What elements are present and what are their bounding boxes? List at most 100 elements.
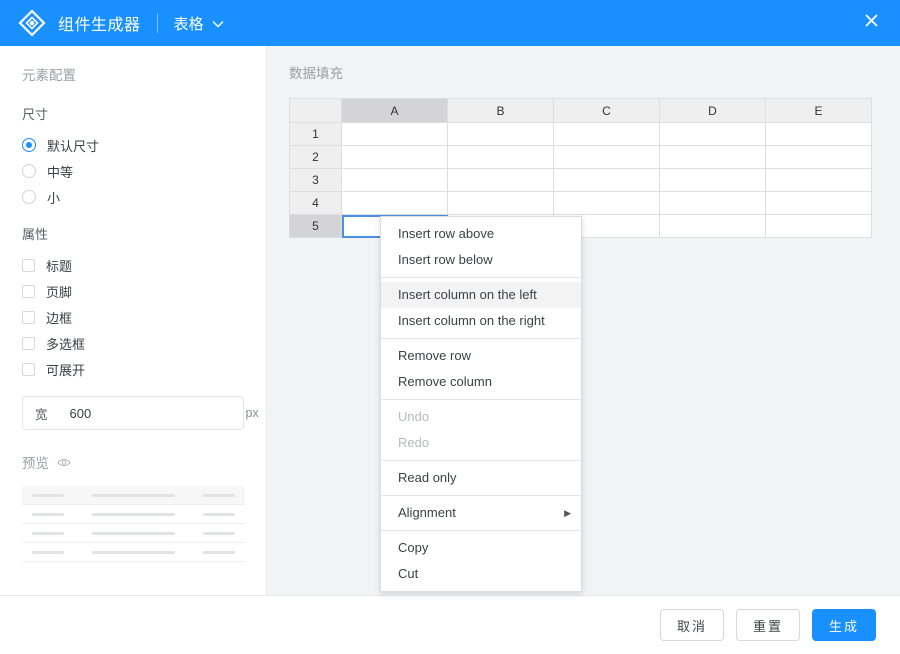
menu-item-label: Alignment: [398, 505, 456, 520]
header-divider: [156, 13, 158, 33]
sheet-corner-cell[interactable]: [289, 98, 342, 123]
skeleton-bar: [92, 512, 175, 516]
column-header-c[interactable]: C: [553, 98, 660, 123]
cell-e3[interactable]: [765, 168, 872, 192]
cell-c1[interactable]: [553, 122, 660, 146]
width-input-group[interactable]: 宽 px: [22, 396, 259, 430]
checkbox-title[interactable]: 标题: [22, 252, 244, 278]
menu-item-remove-column[interactable]: Remove column: [381, 369, 581, 395]
checkbox-label: 页脚: [46, 284, 73, 300]
menu-item-label: Cut: [398, 566, 419, 581]
cell-d1[interactable]: [659, 122, 766, 146]
cell-a3[interactable]: [341, 168, 448, 192]
column-header-d[interactable]: D: [659, 98, 766, 123]
menu-item-insert-column-left[interactable]: Insert column on the left: [381, 282, 581, 308]
cell-e2[interactable]: [765, 145, 872, 169]
checkbox-icon: [22, 284, 35, 298]
menu-item-insert-row-above[interactable]: Insert row above: [381, 221, 581, 247]
reset-button[interactable]: 重置: [735, 609, 800, 641]
skeleton-bar: [202, 493, 236, 497]
panel-title: 元素配置: [22, 68, 76, 83]
column-header-row: A B C D E: [289, 98, 872, 123]
checkbox-border[interactable]: 边框: [22, 304, 244, 330]
skeleton-bar: [202, 512, 236, 516]
row-header-1[interactable]: 1: [289, 122, 342, 146]
radio-size-medium[interactable]: 中等: [22, 158, 244, 184]
menu-item-insert-row-below[interactable]: Insert row below: [381, 247, 581, 273]
preview-skeleton: [22, 486, 245, 562]
radio-size-small[interactable]: 小: [22, 184, 244, 210]
checkbox-icon: [22, 362, 35, 376]
menu-item-read-only[interactable]: Read only: [381, 465, 581, 491]
eye-icon[interactable]: [57, 457, 71, 468]
data-fill-panel: 数据填充 A B C D E 1 2 3 4 5: [267, 46, 900, 595]
close-icon: [864, 13, 879, 33]
menu-item-alignment[interactable]: Alignment ▶: [381, 500, 581, 526]
cell-c2[interactable]: [553, 145, 660, 169]
skeleton-bar: [32, 512, 65, 516]
cell-b2[interactable]: [447, 145, 554, 169]
cell-e5[interactable]: [765, 214, 872, 238]
checkbox-expandable[interactable]: 可展开: [22, 356, 244, 382]
skeleton-bar: [32, 531, 65, 535]
menu-item-insert-column-right[interactable]: Insert column on the right: [381, 308, 581, 334]
width-input[interactable]: [69, 405, 246, 421]
close-button[interactable]: [842, 0, 900, 46]
cell-d2[interactable]: [659, 145, 766, 169]
cell-c3[interactable]: [553, 168, 660, 192]
checkbox-selection[interactable]: 多选框: [22, 330, 244, 356]
diamond-logo-icon: [18, 9, 46, 37]
radio-label: 小: [47, 190, 61, 206]
menu-separator: [381, 277, 581, 278]
menu-separator: [381, 399, 581, 400]
submenu-arrow-icon: ▶: [564, 508, 571, 518]
radio-size-default[interactable]: 默认尺寸: [22, 132, 244, 158]
cell-a1[interactable]: [341, 122, 448, 146]
menu-item-copy[interactable]: Copy: [381, 535, 581, 561]
cell-a4[interactable]: [341, 191, 448, 215]
cell-e4[interactable]: [765, 191, 872, 215]
menu-separator: [381, 495, 581, 496]
cell-d3[interactable]: [659, 168, 766, 192]
component-type-label: 表格: [173, 15, 204, 33]
preview-header: 预览: [22, 452, 244, 472]
cell-b1[interactable]: [447, 122, 554, 146]
menu-item-cut[interactable]: Cut: [381, 561, 581, 587]
row-header-4[interactable]: 4: [289, 191, 342, 215]
skeleton-bar: [32, 493, 65, 497]
checkbox-icon: [22, 336, 35, 350]
cell-d5[interactable]: [659, 214, 766, 238]
component-type-select[interactable]: 表格: [174, 13, 224, 34]
menu-item-label: Insert row below: [398, 252, 493, 267]
column-header-b[interactable]: B: [447, 98, 554, 123]
menu-item-label: Insert column on the left: [398, 287, 537, 302]
title-bar: 组件生成器 表格: [0, 0, 900, 46]
column-header-e[interactable]: E: [765, 98, 872, 123]
cancel-button[interactable]: 取消: [659, 609, 724, 641]
table-row: 1: [289, 122, 872, 146]
cell-a2[interactable]: [341, 145, 448, 169]
checkbox-footer[interactable]: 页脚: [22, 278, 244, 304]
table-row: 3: [289, 168, 872, 192]
cell-b4[interactable]: [447, 191, 554, 215]
row-header-3[interactable]: 3: [289, 168, 342, 192]
cell-d4[interactable]: [659, 191, 766, 215]
row-header-2[interactable]: 2: [289, 145, 342, 169]
generate-button[interactable]: 生成: [811, 609, 876, 641]
menu-item-label: Insert row above: [398, 226, 495, 241]
cell-c4[interactable]: [553, 191, 660, 215]
menu-item-remove-row[interactable]: Remove row: [381, 343, 581, 369]
skeleton-bar: [202, 550, 236, 554]
spreadsheet-context-menu[interactable]: Insert row above Insert row below Insert…: [380, 216, 582, 592]
menu-item-label: Remove row: [398, 348, 471, 363]
checkbox-icon: [22, 258, 35, 272]
column-header-a[interactable]: A: [341, 98, 448, 123]
menu-item-undo: Undo: [381, 404, 581, 430]
cell-b3[interactable]: [447, 168, 554, 192]
component-generator-dialog: 组件生成器 表格 元素配置 尺寸 默认尺寸 中等 小 属性 标题 页脚 边框 多…: [0, 0, 900, 654]
row-header-5[interactable]: 5: [289, 214, 342, 238]
element-config-panel: 元素配置 尺寸 默认尺寸 中等 小 属性 标题 页脚 边框 多选框 可展开 宽 …: [0, 46, 267, 595]
cell-e1[interactable]: [765, 122, 872, 146]
radio-icon-checked: [22, 138, 36, 152]
